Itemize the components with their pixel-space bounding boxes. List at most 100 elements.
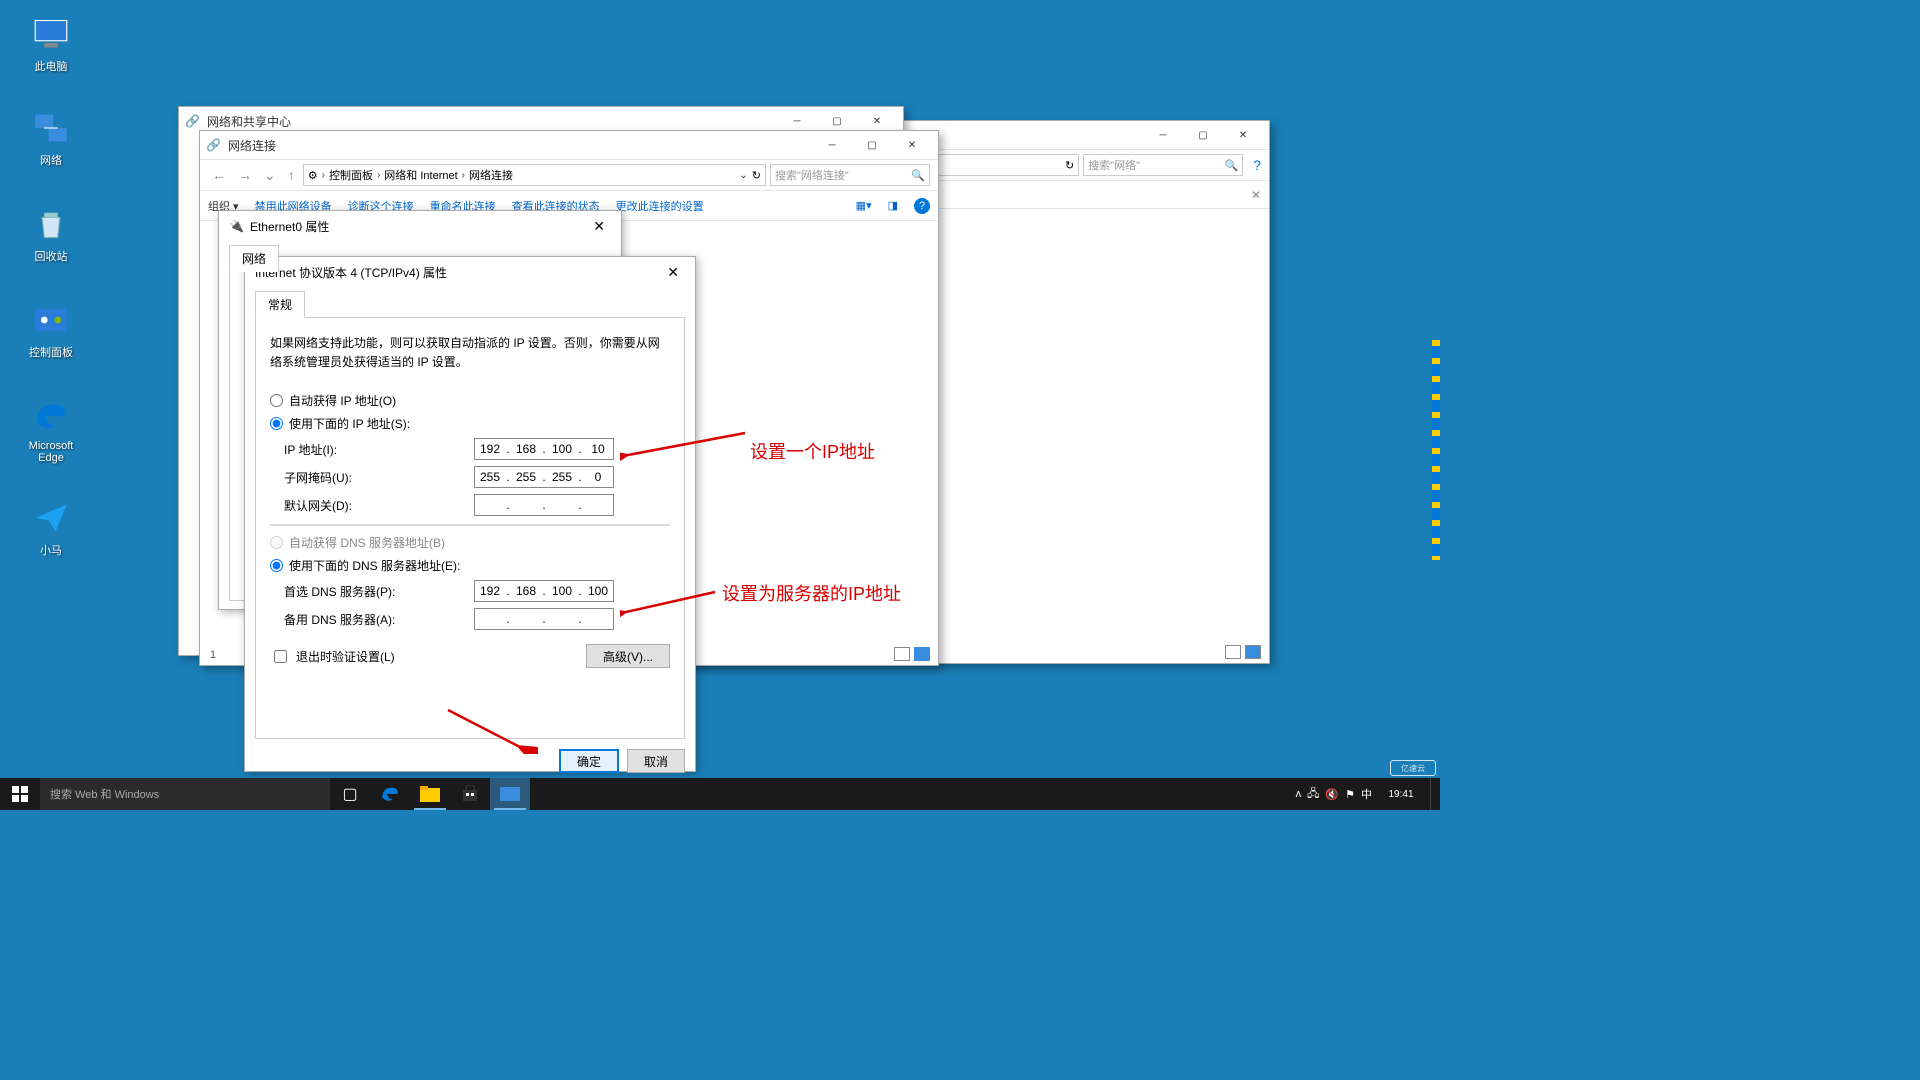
- radio-input[interactable]: [270, 559, 283, 572]
- control-panel-taskbar-icon[interactable]: [490, 778, 530, 810]
- breadcrumb-item[interactable]: 控制面板: [329, 167, 373, 183]
- desktop-icon-edge[interactable]: Microsoft Edge: [16, 396, 86, 464]
- close-button[interactable]: ✕: [1223, 122, 1263, 148]
- maximize-button[interactable]: ▢: [852, 132, 892, 158]
- radio-input[interactable]: [270, 417, 283, 430]
- dialog-titlebar[interactable]: Internet 协议版本 4 (TCP/IPv4) 属性 ✕: [245, 257, 695, 287]
- radio-input[interactable]: [270, 394, 283, 407]
- flag-tray-icon[interactable]: ⚑: [1345, 788, 1355, 801]
- preferred-dns-input[interactable]: 192. 168. 100. 100: [474, 580, 614, 602]
- network-tray-icon[interactable]: 🖧: [1307, 785, 1319, 804]
- ip-address-input[interactable]: 192. 168. 100. 10: [474, 438, 614, 460]
- radio-label: 自动获得 IP 地址(O): [289, 392, 396, 409]
- recycle-bin-icon: [31, 204, 71, 244]
- store-taskbar-icon[interactable]: [450, 778, 490, 810]
- view-switcher[interactable]: [1225, 645, 1261, 659]
- ok-button[interactable]: 确定: [559, 749, 619, 773]
- edge-icon: [31, 396, 71, 436]
- refresh-icon[interactable]: ↻: [752, 169, 761, 182]
- network-icon: 🔗: [206, 137, 222, 153]
- taskbar-search[interactable]: 搜索 Web 和 Windows: [40, 778, 330, 810]
- clock[interactable]: 19:41: [1378, 789, 1424, 800]
- desktop-icon-recycle[interactable]: 回收站: [16, 204, 86, 264]
- search-icon[interactable]: 🔍: [1225, 159, 1239, 172]
- radio-auto-ip[interactable]: 自动获得 IP 地址(O): [270, 392, 670, 409]
- annotation-dns: 设置为服务器的IP地址: [722, 580, 901, 606]
- tab-network[interactable]: 网络: [229, 245, 279, 272]
- label-pref-dns: 首选 DNS 服务器(P):: [284, 583, 474, 600]
- toolbar-change-settings[interactable]: 更改此连接的设置: [616, 198, 704, 214]
- volume-tray-icon[interactable]: 🔇: [1325, 788, 1339, 801]
- desktop-icon-label: 此电脑: [16, 58, 86, 74]
- help-icon[interactable]: ?: [1253, 157, 1261, 173]
- cancel-button[interactable]: 取消: [627, 749, 685, 773]
- show-desktop-button[interactable]: [1430, 778, 1436, 810]
- desktop-icon-cpanel[interactable]: 控制面板: [16, 300, 86, 360]
- watermark: 亿速云: [1390, 760, 1436, 776]
- radio-manual-ip[interactable]: 使用下面的 IP 地址(S):: [270, 415, 670, 432]
- checkbox-label: 退出时验证设置(L): [296, 648, 395, 665]
- window-title: 网络连接: [228, 137, 812, 154]
- dropdown-icon[interactable]: ⌄: [739, 170, 747, 181]
- minimize-button[interactable]: ─: [1143, 122, 1183, 148]
- back-button[interactable]: ←: [208, 167, 230, 183]
- close-button[interactable]: ✕: [587, 218, 611, 235]
- explorer-taskbar-icon[interactable]: [410, 778, 450, 810]
- history-dropdown[interactable]: ⌄: [260, 167, 280, 184]
- checkbox-input[interactable]: [274, 650, 287, 663]
- dialog-titlebar[interactable]: 🔌 Ethernet0 属性 ✕: [219, 211, 621, 241]
- desktop-icon-network[interactable]: 网络: [16, 108, 86, 168]
- tab-general[interactable]: 常规: [255, 291, 305, 318]
- taskbar[interactable]: 搜索 Web 和 Windows ▢ ʌ 🖧 🔇 ⚑ 中 19:41: [0, 778, 1440, 810]
- arrow-icon: [620, 425, 750, 465]
- view-options-icon[interactable]: ▦▾: [856, 199, 872, 212]
- titlebar[interactable]: 🔗 网络连接 ─ ▢ ✕: [200, 131, 938, 159]
- gateway-input[interactable]: . . .: [474, 494, 614, 516]
- dialog-title: Ethernet0 属性: [250, 218, 587, 235]
- description-text: 如果网络支持此功能，则可以获取自动指派的 IP 设置。否则，你需要从网络系统管理…: [270, 334, 670, 372]
- side-decoration: [1432, 340, 1440, 560]
- maximize-button[interactable]: ▢: [1183, 122, 1223, 148]
- radio-input: [270, 536, 283, 549]
- search-box[interactable]: 搜索"网络" 🔍: [1083, 154, 1243, 176]
- validate-checkbox-row[interactable]: 退出时验证设置(L) 高级(V)...: [270, 644, 670, 668]
- edge-taskbar-icon[interactable]: [370, 778, 410, 810]
- adapter-icon: 🔌: [229, 219, 244, 233]
- search-icon[interactable]: 🔍: [911, 169, 925, 182]
- tray-up-icon[interactable]: ʌ: [1296, 788, 1302, 800]
- label-subnet: 子网掩码(U):: [284, 469, 474, 486]
- ipv4-properties-dialog: Internet 协议版本 4 (TCP/IPv4) 属性 ✕ 常规 如果网络支…: [244, 256, 696, 772]
- search-placeholder: 搜索"网络": [1088, 157, 1140, 173]
- subnet-mask-input[interactable]: 255. 255. 255. 0: [474, 466, 614, 488]
- radio-manual-dns[interactable]: 使用下面的 DNS 服务器地址(E):: [270, 557, 670, 574]
- system-tray[interactable]: ʌ 🖧 🔇 ⚑ 中 19:41: [1296, 778, 1440, 810]
- help-icon[interactable]: ?: [914, 198, 930, 214]
- close-banner-icon[interactable]: ✕: [1251, 188, 1261, 202]
- search-box[interactable]: 搜索"网络连接" 🔍: [770, 164, 930, 186]
- advanced-button[interactable]: 高级(V)...: [586, 644, 670, 668]
- radio-auto-dns: 自动获得 DNS 服务器地址(B): [270, 534, 670, 551]
- preview-pane-icon[interactable]: ◨: [888, 199, 898, 212]
- desktop-icon-xiaoma[interactable]: 小马: [16, 498, 86, 558]
- breadcrumb-item[interactable]: 网络连接: [469, 167, 513, 183]
- up-button[interactable]: ↑: [284, 167, 299, 183]
- close-button[interactable]: ✕: [892, 132, 932, 158]
- breadcrumb-item[interactable]: 网络和 Internet: [384, 167, 457, 183]
- minimize-button[interactable]: ─: [812, 132, 852, 158]
- forward-button[interactable]: →: [234, 167, 256, 183]
- desktop-icon-this-pc[interactable]: 此电脑: [16, 14, 86, 74]
- view-switcher[interactable]: [894, 647, 930, 661]
- label-gateway: 默认网关(D):: [284, 497, 474, 514]
- alternate-dns-input[interactable]: . . .: [474, 608, 614, 630]
- arrow-icon: [620, 586, 720, 620]
- start-button[interactable]: [0, 778, 40, 810]
- ime-indicator[interactable]: 中: [1361, 786, 1372, 802]
- annotation-ip: 设置一个IP地址: [750, 438, 875, 464]
- task-view-button[interactable]: ▢: [330, 778, 370, 810]
- desktop-icon-label: 小马: [16, 542, 86, 558]
- close-button[interactable]: ✕: [661, 264, 685, 281]
- search-placeholder: 搜索 Web 和 Windows: [50, 786, 159, 802]
- radio-label: 自动获得 DNS 服务器地址(B): [289, 534, 445, 551]
- breadcrumb[interactable]: ⚙ › 控制面板 › 网络和 Internet › 网络连接 ⌄ ↻: [303, 164, 766, 186]
- desktop-icon-label: 控制面板: [16, 344, 86, 360]
